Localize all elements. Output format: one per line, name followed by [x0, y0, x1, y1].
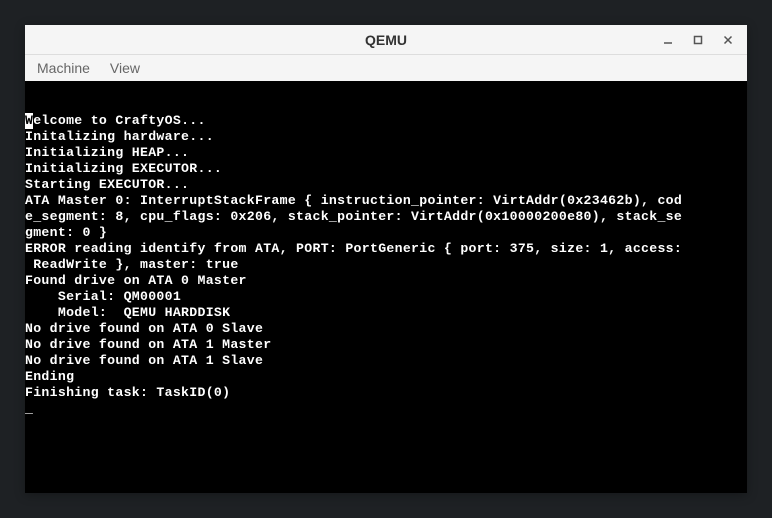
terminal-line: Initializing HEAP...	[25, 145, 747, 161]
terminal-line: Model: QEMU HARDDISK	[25, 305, 747, 321]
maximize-button[interactable]	[684, 28, 712, 52]
close-icon	[723, 35, 733, 45]
terminal-output[interactable]: Welcome to CraftyOS...Initalizing hardwa…	[25, 81, 747, 493]
terminal-line: No drive found on ATA 1 Slave	[25, 353, 747, 369]
terminal-line: ReadWrite }, master: true	[25, 257, 747, 273]
terminal-line: e_segment: 8, cpu_flags: 0x206, stack_po…	[25, 209, 747, 225]
terminal-line: Initalizing hardware...	[25, 129, 747, 145]
minimize-button[interactable]	[654, 28, 682, 52]
qemu-window: QEMU Machine View Welcome to CraftyOS...…	[25, 25, 747, 493]
terminal-line: Initializing EXECUTOR...	[25, 161, 747, 177]
titlebar: QEMU	[25, 25, 747, 55]
window-controls	[654, 28, 742, 52]
terminal-line: Found drive on ATA 0 Master	[25, 273, 747, 289]
terminal-line: Finishing task: TaskID(0)	[25, 385, 747, 401]
window-title: QEMU	[365, 32, 407, 48]
terminal-line: Starting EXECUTOR...	[25, 177, 747, 193]
menu-machine[interactable]: Machine	[33, 58, 94, 78]
cursor-block: W	[25, 113, 33, 129]
menubar: Machine View	[25, 55, 747, 81]
menu-view[interactable]: View	[106, 58, 144, 78]
terminal-line: No drive found on ATA 1 Master	[25, 337, 747, 353]
terminal-cursor-line: _	[25, 401, 747, 417]
maximize-icon	[693, 35, 703, 45]
terminal-line: ERROR reading identify from ATA, PORT: P…	[25, 241, 747, 257]
terminal-line: ATA Master 0: InterruptStackFrame { inst…	[25, 193, 747, 209]
terminal-line: gment: 0 }	[25, 225, 747, 241]
terminal-line: Serial: QM00001	[25, 289, 747, 305]
minimize-icon	[663, 35, 673, 45]
terminal-line: No drive found on ATA 0 Slave	[25, 321, 747, 337]
terminal-line: Welcome to CraftyOS...	[25, 113, 747, 129]
close-button[interactable]	[714, 28, 742, 52]
terminal-line: Ending	[25, 369, 747, 385]
